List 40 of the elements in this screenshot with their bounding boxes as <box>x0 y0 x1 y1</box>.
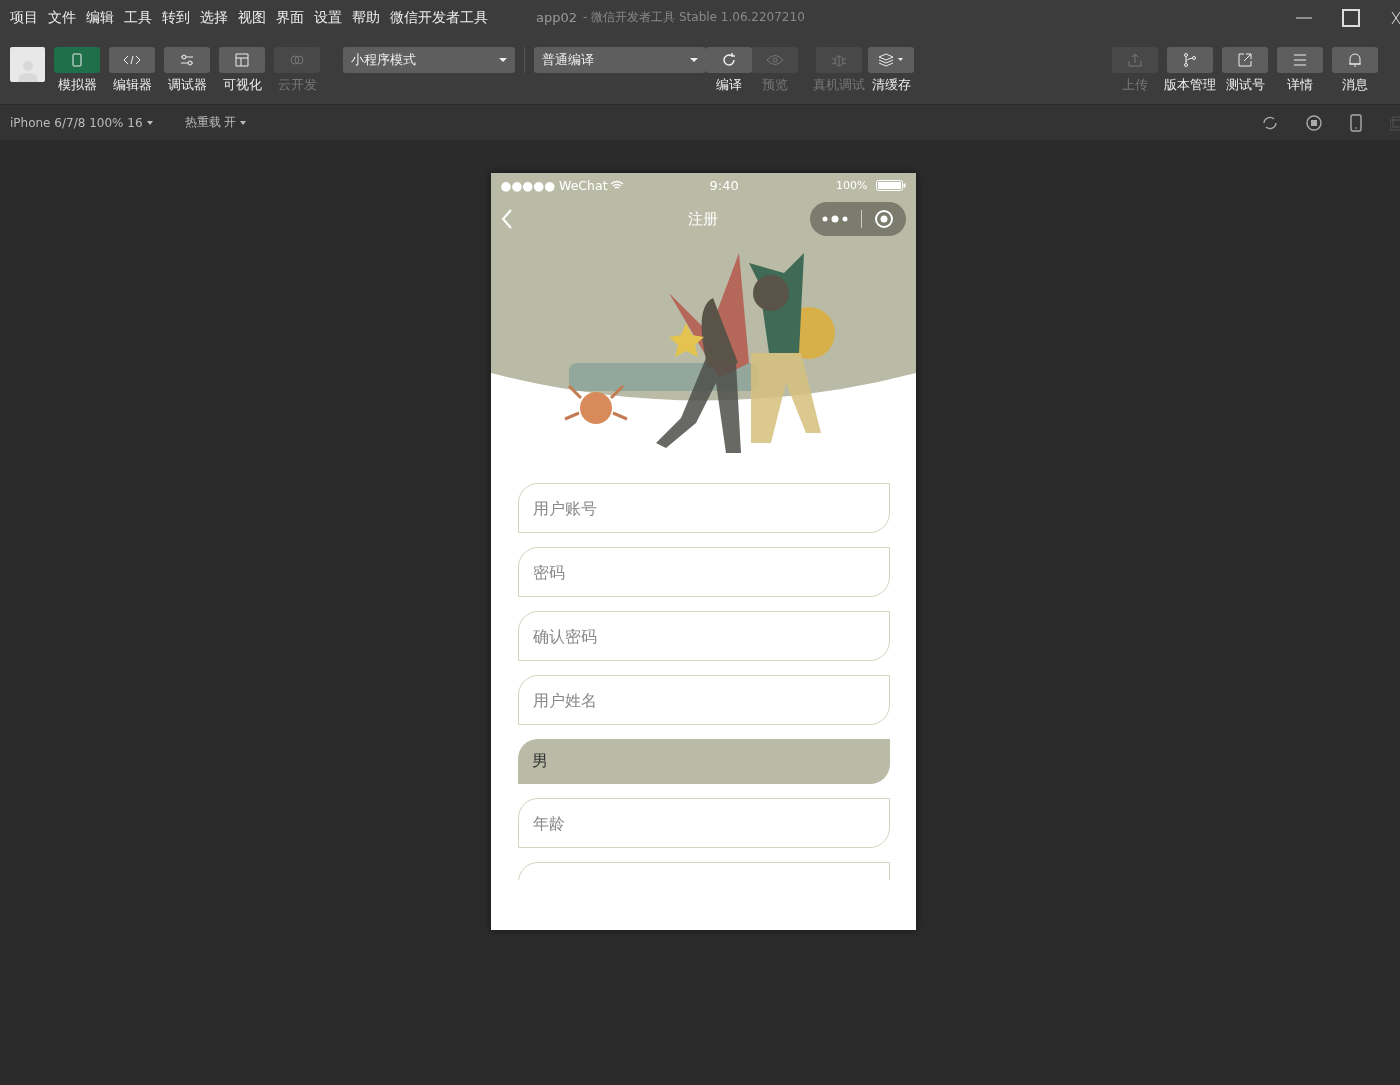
tool-label: 调试器 <box>167 77 207 94</box>
tool-label: 编辑器 <box>112 77 152 94</box>
menu-item[interactable]: 帮助 <box>352 8 380 27</box>
tool-label: 消息 <box>1342 77 1368 94</box>
tool-label: 云开发 <box>277 77 317 94</box>
input-field[interactable]: 年龄 <box>517 798 890 848</box>
gender-picker[interactable]: 男 <box>517 739 890 784</box>
tool-label: 详情 <box>1287 77 1313 94</box>
tool-label: 模拟器 <box>57 77 97 94</box>
tool-label: 清缓存 <box>871 77 911 94</box>
menu-item[interactable]: 工具 <box>124 8 152 27</box>
window-subtitle: - 微信开发者工具 Stable 1.06.2207210 <box>583 9 805 26</box>
input-field[interactable]: 确认密码 <box>517 611 890 661</box>
menu-item[interactable]: 项目 <box>10 8 38 27</box>
device-dropdown[interactable]: iPhone 6/7/8 100% 16 <box>10 115 153 130</box>
tool-label: 上传 <box>1122 77 1148 94</box>
window-title: app02 <box>536 10 577 25</box>
status-time: 9:40 <box>709 177 739 193</box>
input-field[interactable]: 用户账号 <box>517 483 890 533</box>
tool-label: 预览 <box>762 77 788 94</box>
menu-item[interactable]: 文件 <box>48 8 76 27</box>
page-title: 注册 <box>687 209 719 229</box>
input-field[interactable]: 密码 <box>517 547 890 597</box>
tool-label: 编译 <box>716 77 742 94</box>
carrier-text: ●●●●● WeChat <box>500 177 608 193</box>
hot-reload-dropdown[interactable]: 热重载 开 <box>184 114 247 131</box>
menu-item[interactable]: 界面 <box>276 8 304 27</box>
tool-label: 可视化 <box>222 77 262 94</box>
menu-item[interactable]: 选择 <box>200 8 228 27</box>
menu-item[interactable]: 视图 <box>238 8 266 27</box>
compile-dropdown[interactable]: 普通编译 <box>534 47 706 73</box>
menu-item[interactable]: 编辑 <box>86 8 114 27</box>
menu-item[interactable]: 设置 <box>314 8 342 27</box>
menu-item[interactable]: 微信开发者工具 <box>390 8 488 27</box>
tool-label: 测试号 <box>1225 77 1265 94</box>
input-field[interactable]: 用户姓名 <box>517 675 890 725</box>
mode-dropdown[interactable]: 小程序模式 <box>343 47 515 73</box>
battery-percent: 100% <box>836 178 868 192</box>
menu-item[interactable]: 转到 <box>162 8 190 27</box>
tool-label: 版本管理 <box>1164 77 1216 94</box>
